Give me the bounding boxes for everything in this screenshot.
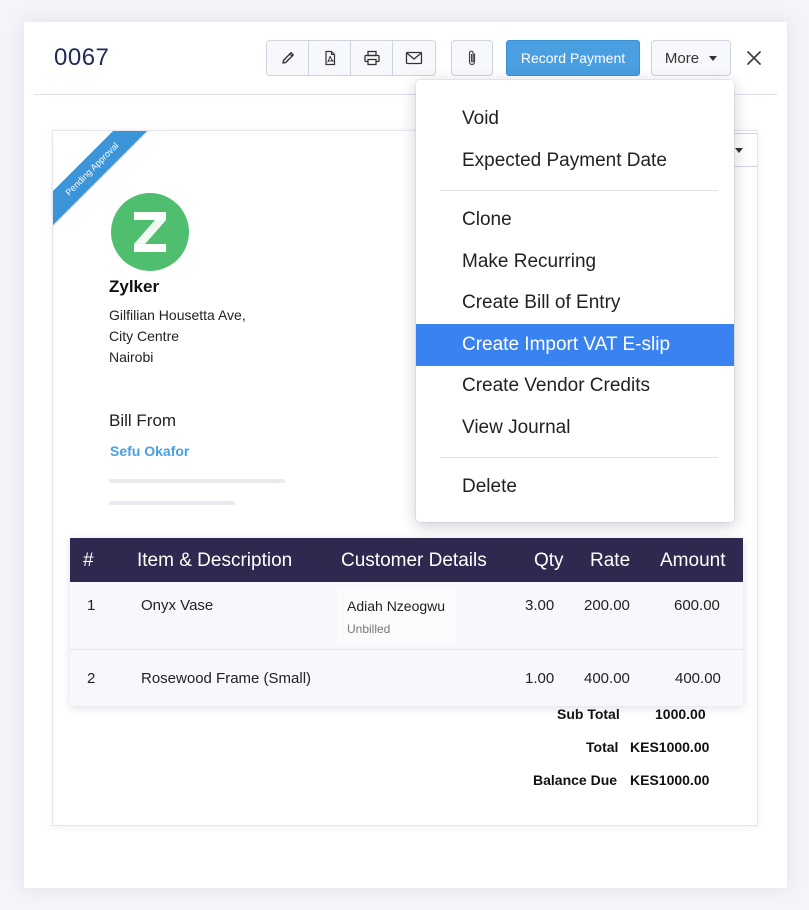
pdf-icon (324, 50, 335, 66)
menu-item-make-recurring[interactable]: Make Recurring (416, 241, 734, 283)
menu-item-delete[interactable]: Delete (416, 466, 734, 508)
column-header-number: # (83, 550, 94, 571)
balance-due-value: KES1000.00 (630, 772, 710, 788)
company-address-line-3: Nairobi (109, 349, 154, 365)
menu-divider (440, 457, 718, 458)
column-header-customer: Customer Details (341, 550, 487, 571)
table-row[interactable]: 2 Rosewood Frame (Small) 1.00 400.00 400… (70, 650, 743, 706)
edit-button[interactable] (267, 41, 309, 75)
menu-item-view-journal[interactable]: View Journal (416, 407, 734, 449)
menu-item-create-vendor-credits[interactable]: Create Vendor Credits (416, 365, 734, 407)
caret-down-icon (709, 55, 718, 61)
balance-due-label: Balance Due (533, 772, 618, 788)
attach-button[interactable] (451, 40, 493, 76)
printer-icon (363, 50, 380, 66)
pdf-button[interactable] (309, 41, 351, 75)
customer-name[interactable]: Adiah Nzeogwu (347, 598, 445, 614)
item-qty: 3.00 (525, 597, 555, 614)
toolbar-icon-group (266, 40, 436, 76)
close-icon (747, 51, 761, 65)
column-header-qty: Qty (534, 550, 564, 571)
row-number: 2 (87, 670, 96, 687)
caret-down-icon (735, 147, 743, 153)
item-amount: 600.00 (674, 597, 720, 614)
bill-number: 0067 (54, 44, 110, 71)
sub-total-value: 1000.00 (655, 706, 706, 722)
placeholder-line (109, 501, 235, 505)
item-amount: 400.00 (675, 670, 721, 687)
pencil-icon (281, 52, 294, 64)
record-payment-button[interactable]: Record Payment (506, 40, 640, 76)
more-button[interactable]: More (651, 40, 731, 76)
menu-item-void[interactable]: Void (416, 98, 734, 140)
company-logo (111, 193, 189, 271)
paperclip-icon (468, 50, 476, 66)
placeholder-line (109, 479, 285, 483)
menu-item-expected-payment-date[interactable]: Expected Payment Date (416, 140, 734, 182)
more-button-label: More (664, 49, 700, 67)
item-rate: 400.00 (584, 670, 630, 687)
company-name: Zylker (109, 277, 160, 296)
email-button[interactable] (393, 41, 435, 75)
table-header: # Item & Description Customer Details Qt… (70, 538, 743, 582)
item-qty: 1.00 (525, 670, 555, 687)
total-label: Total (586, 739, 619, 755)
email-icon (405, 51, 423, 65)
print-button[interactable] (351, 41, 393, 75)
customer-cell (337, 588, 457, 646)
menu-divider (440, 190, 718, 191)
column-header-item: Item & Description (137, 550, 293, 571)
company-address-line-1: Gilfilian Housetta Ave, (109, 307, 246, 323)
item-rate: 200.00 (584, 597, 630, 614)
item-name: Onyx Vase (141, 597, 214, 614)
company-address-line-2: City Centre (109, 328, 180, 344)
close-button[interactable] (742, 46, 766, 70)
items-table: # Item & Description Customer Details Qt… (70, 538, 743, 706)
menu-item-clone[interactable]: Clone (416, 199, 734, 241)
row-number: 1 (87, 597, 96, 614)
menu-item-create-import-vat-eslip[interactable]: Create Import VAT E-slip (416, 324, 734, 366)
bill-from-label: Bill From (109, 411, 177, 430)
table-row[interactable]: 1 Onyx Vase Adiah Nzeogwu Unbilled 3.00 … (70, 582, 743, 650)
zylker-z-logo (134, 212, 166, 252)
more-menu: Void Expected Payment Date Clone Make Re… (416, 80, 734, 522)
vendor-name-link[interactable]: Sefu Okafor (110, 443, 189, 459)
column-header-amount: Amount (660, 550, 726, 571)
menu-item-create-bill-of-entry[interactable]: Create Bill of Entry (416, 282, 734, 324)
item-name: Rosewood Frame (Small) (141, 670, 312, 687)
sub-total-label: Sub Total (557, 706, 620, 722)
billing-status: Unbilled (347, 622, 391, 636)
total-value: KES1000.00 (630, 739, 710, 755)
column-header-rate: Rate (590, 550, 631, 571)
